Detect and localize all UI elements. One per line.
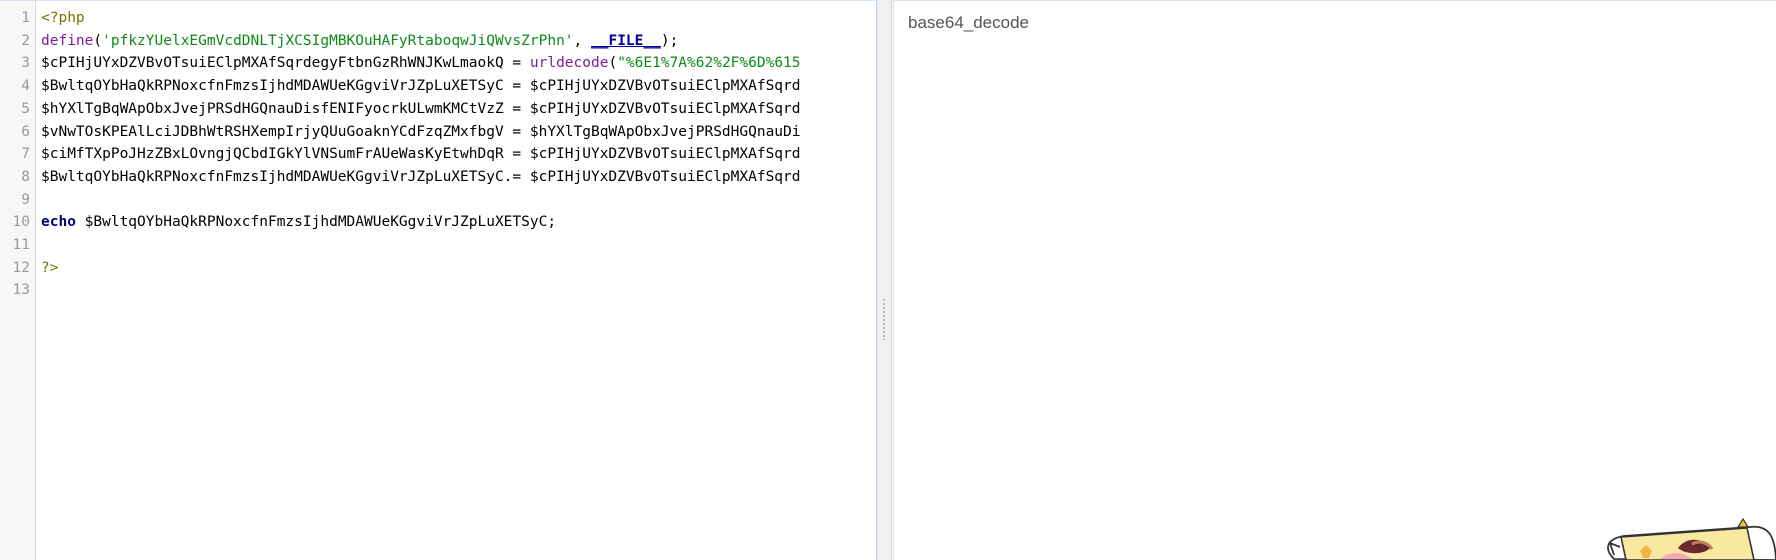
line-number: 7 (21, 146, 30, 163)
code-token: $BwltqOYbHaQkRPNoxcfnFmzsIjhdMDAWUeKGgvi… (75, 214, 557, 231)
line-number: 3 (21, 55, 30, 72)
line-number: 10 (12, 214, 30, 231)
output-panel: base64_decode (893, 0, 1776, 560)
code-line[interactable]: echo $BwltqOYbHaQkRPNoxcfnFmzsIjhdMDAWUe… (41, 211, 556, 234)
line-number: 1 (21, 10, 30, 26)
code-token: echo (41, 214, 76, 231)
code-token: 'pfkzYUelxEGmVcdDNLTjXCSIgMBKOuHAFyRtabo… (102, 32, 574, 49)
line-number: 2 (21, 32, 30, 49)
code-token: $BwltqOYbHaQkRPNoxcfnFmzsIjhdMDAWUeKGgvi… (41, 78, 801, 95)
code-line[interactable]: $hYXlTgBqWApObxJvejPRSdHGQnauDisfENIFyoc… (41, 98, 801, 121)
code-token: $ciMfTXpPoJHzZBxLOvngjQCbdIGkYlVNSumFrAU… (41, 146, 801, 163)
code-token: $vNwTOsKPEAlLciJDBhWtRSHXempIrjyQUuGoakn… (41, 123, 801, 140)
code-line[interactable]: <?php (41, 7, 85, 30)
line-number: 11 (12, 237, 30, 253)
code-line[interactable]: define('pfkzYUelxEGmVcdDNLTjXCSIgMBKOuHA… (41, 30, 678, 53)
line-number: 12 (12, 259, 30, 276)
line-number: 13 (12, 282, 30, 299)
code-token: ); (660, 32, 679, 49)
code-token: ( (608, 55, 618, 72)
pane-splitter[interactable] (877, 0, 892, 560)
code-line[interactable]: $ciMfTXpPoJHzZBxLOvngjQCbdIGkYlVNSumFrAU… (41, 143, 801, 166)
code-line[interactable]: $BwltqOYbHaQkRPNoxcfnFmzsIjhdMDAWUeKGgvi… (41, 166, 801, 189)
code-token: define (41, 32, 94, 49)
code-token: $hYXlTgBqWApObxJvejPRSdHGQnauDisfENIFyoc… (41, 100, 801, 117)
code-area[interactable]: <?php define('pfkzYUelxEGmVcdDNLTjXCSIgMB… (41, 1, 876, 560)
code-token: , (573, 32, 591, 49)
line-number: 6 (21, 123, 30, 140)
code-token: __FILE__ (591, 32, 661, 49)
code-line[interactable]: ?> (41, 257, 58, 280)
code-token: $cPIHjUYxDZVBvOTsuiEClpMXAfSqrdegyFtbnGz… (41, 55, 530, 72)
code-token: $BwltqOYbHaQkRPNoxcfnFmzsIjhdMDAWUeKGgvi… (41, 168, 801, 185)
code-token: "%6E1%7A%62%2F%6D%615 (617, 55, 801, 72)
output-text: base64_decode (908, 13, 1030, 32)
code-line[interactable]: $BwltqOYbHaQkRPNoxcfnFmzsIjhdMDAWUeKGgvi… (41, 75, 801, 98)
code-token: <?php (41, 10, 85, 26)
code-token: ( (93, 32, 103, 49)
drag-handle-icon[interactable] (882, 298, 886, 340)
line-number: 9 (21, 191, 30, 208)
code-line[interactable]: $cPIHjUYxDZVBvOTsuiEClpMXAfSqrdegyFtbnGz… (41, 52, 801, 75)
code-line[interactable]: $vNwTOsKPEAlLciJDBhWtRSHXempIrjyQUuGoakn… (41, 121, 801, 144)
code-token: urldecode (529, 55, 609, 72)
code-token: ?> (41, 259, 59, 276)
line-number-gutter: 1 2 3 4 5 6 7 8 9 10 11 12 13 (0, 1, 36, 560)
line-number: 4 (21, 78, 30, 95)
line-number: 5 (21, 100, 30, 117)
code-editor[interactable]: 1 2 3 4 5 6 7 8 9 10 11 12 13 <?php define('pfkzYUelx… (0, 0, 877, 560)
mascot-sticker-icon (1607, 517, 1776, 560)
line-number: 8 (21, 168, 30, 185)
